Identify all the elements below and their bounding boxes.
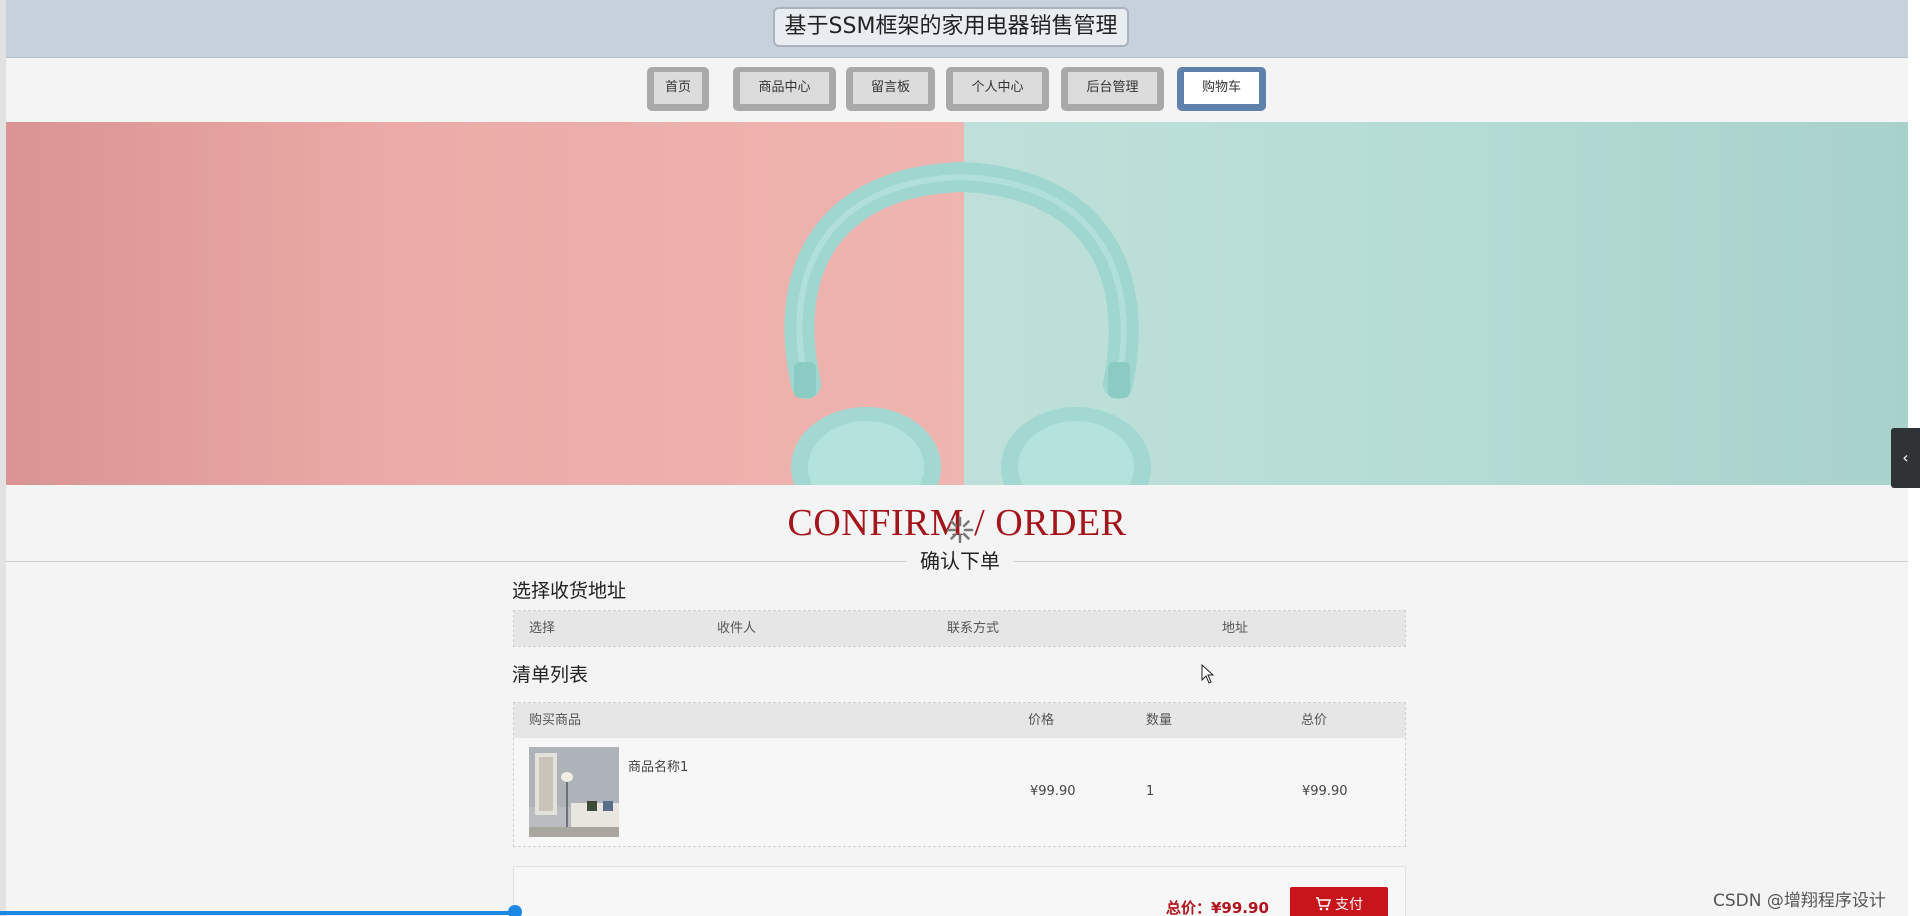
address-section-title: 选择收货地址: [512, 580, 627, 602]
scroll-progress-bar: [0, 911, 516, 915]
order-summary: 总价：¥99.90 支付: [513, 866, 1406, 916]
product-thumbnail[interactable]: [529, 747, 619, 837]
site-header: 基于SSM框架的家用电器销售管理: [6, 0, 1908, 58]
cart-col-qty: 数量: [1146, 713, 1173, 728]
nav-item-label: 购物车: [1184, 72, 1259, 104]
address-col-contact: 联系方式: [947, 621, 1000, 636]
nav-item-guestbook[interactable]: 留言板: [846, 67, 935, 111]
headphones-image: [784, 161, 1151, 485]
site-title: 基于SSM框架的家用电器销售管理: [773, 7, 1129, 47]
product-name[interactable]: 商品名称1: [628, 756, 688, 775]
address-table: 选择 收件人 联系方式 地址: [513, 610, 1406, 647]
watermark: CSDN @增翔程序设计: [1713, 891, 1886, 911]
nav-item-label: 个人中心: [953, 72, 1042, 104]
main-nav: 首页 商品中心 留言板 个人中心 后台管理 购物车: [6, 58, 1908, 122]
page: 基于SSM框架的家用电器销售管理 首页 商品中心 留言板 个人中心 后台管理 购…: [6, 0, 1908, 916]
page-title-cn: 确认下单: [906, 547, 1014, 575]
product-photo: [529, 747, 619, 837]
cart-section-title: 清单列表: [512, 664, 589, 686]
hero-banner: [6, 122, 1908, 485]
product-qty: 1: [1146, 784, 1155, 799]
scroll-progress-handle[interactable]: [508, 905, 522, 916]
table-row: 商品名称1 ¥99.90 1 ¥99.90: [514, 738, 1405, 846]
sidebar-toggle-chevron-left-icon[interactable]: ‹: [1891, 428, 1920, 488]
nav-item-label: 后台管理: [1068, 72, 1157, 104]
pay-button-label: 支付: [1335, 897, 1363, 913]
nav-item-label: 首页: [654, 72, 702, 104]
address-col-select: 选择: [529, 621, 556, 636]
pay-button[interactable]: 支付: [1290, 887, 1388, 916]
product-subtotal: ¥99.90: [1302, 784, 1348, 799]
nav-item-home[interactable]: 首页: [647, 67, 709, 111]
nav-item-cart[interactable]: 购物车: [1177, 67, 1266, 111]
mouse-cursor-icon: [1201, 664, 1215, 684]
cart-col-total: 总价: [1301, 713, 1328, 728]
address-table-header: 选择 收件人 联系方式 地址: [514, 611, 1405, 646]
nav-item-label: 商品中心: [740, 72, 829, 104]
order-total: 总价：¥99.90: [1166, 899, 1269, 916]
nav-item-personal-center[interactable]: 个人中心: [946, 67, 1049, 111]
address-col-recipient: 收件人: [717, 621, 757, 636]
product-price: ¥99.90: [1030, 784, 1076, 799]
nav-item-admin[interactable]: 后台管理: [1061, 67, 1164, 111]
nav-item-label: 留言板: [853, 72, 928, 104]
loading-spinner-icon: [946, 516, 974, 544]
address-col-address: 地址: [1222, 621, 1249, 636]
nav-item-products[interactable]: 商品中心: [733, 67, 836, 111]
cart-table-header: 购买商品 价格 数量 总价: [514, 703, 1405, 738]
cart-col-price: 价格: [1028, 713, 1055, 728]
cart-icon: [1316, 897, 1332, 911]
cart-col-product: 购买商品: [529, 713, 582, 728]
cart-table: 购买商品 价格 数量 总价 商品名称1 ¥99.90 1 ¥99.90: [513, 702, 1406, 847]
